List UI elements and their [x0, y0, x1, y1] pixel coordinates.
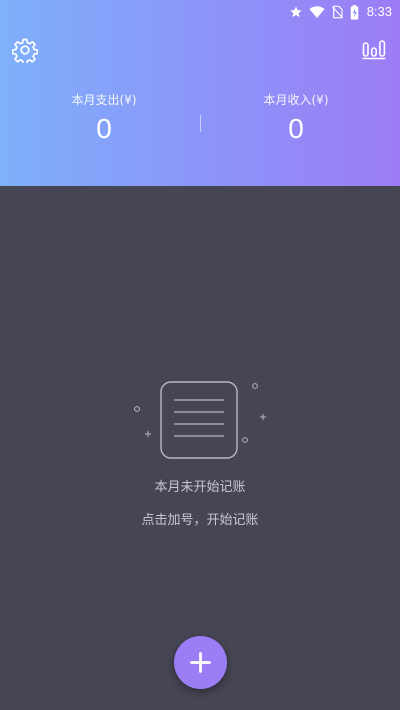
status-time: 8:33 — [366, 4, 392, 19]
status-bar: 8:33 — [0, 0, 400, 24]
bar-chart-icon — [362, 40, 386, 60]
plus-icon — [190, 652, 211, 673]
income-value: 0 — [288, 113, 304, 144]
no-sim-icon — [331, 5, 343, 19]
settings-button[interactable] — [11, 37, 39, 65]
wifi-icon — [309, 6, 325, 18]
expense-value: 0 — [96, 113, 112, 144]
status-icons: 8:33 — [289, 3, 392, 21]
notebook-icon — [132, 378, 270, 462]
expense-label: 本月支出(¥) — [71, 93, 137, 107]
expense-summary: 本月支出(¥) 0 — [4, 90, 204, 146]
empty-state-hint: 点击加号，开始记账 — [141, 513, 259, 528]
battery-charging-icon — [350, 4, 358, 20]
income-summary: 本月收入(¥) 0 — [196, 90, 396, 146]
empty-state-title: 本月未开始记账 — [154, 480, 246, 495]
gear-icon — [11, 38, 39, 65]
monthly-summary: 本月支出(¥) 0 本月收入(¥) 0 — [0, 90, 400, 160]
star-icon — [290, 6, 302, 18]
income-label: 本月收入(¥) — [263, 93, 329, 107]
statistics-button[interactable] — [362, 38, 386, 60]
header-banner: 8:33 本月支出(¥) 0 本月收入(¥) 0 — [0, 0, 400, 186]
add-record-button[interactable] — [174, 636, 227, 689]
